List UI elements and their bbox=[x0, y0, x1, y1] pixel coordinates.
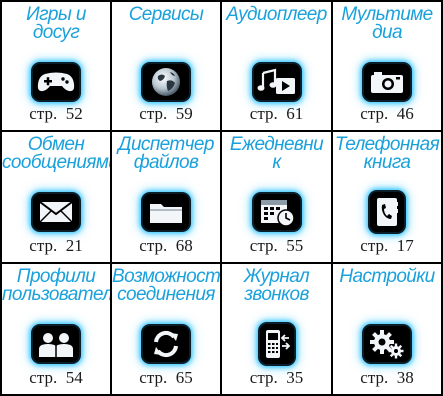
phonebook-icon bbox=[370, 192, 404, 232]
menu-item-title: Игры и досуг bbox=[26, 4, 86, 43]
menu-item-user-profiles[interactable]: Профили пользователя стр. 54 bbox=[0, 264, 112, 396]
calendar-clock-icon bbox=[253, 194, 300, 230]
menu-item-services[interactable]: Сервисы стр. 59 bbox=[112, 0, 222, 132]
envelope-icon bbox=[33, 194, 79, 230]
menu-item-title: Возможности соединения bbox=[112, 266, 222, 305]
page-reference: стр. 21 bbox=[29, 236, 83, 255]
menu-item-phonebook[interactable]: Телефонная книга стр. 17 bbox=[333, 132, 443, 264]
gamepad-icon bbox=[33, 64, 79, 100]
page-reference: стр. 55 bbox=[249, 236, 304, 255]
call-log-icon bbox=[259, 324, 294, 364]
menu-item-title: Настройки bbox=[339, 266, 435, 287]
menu-item-messaging[interactable]: Обмен сообщениями стр. 21 bbox=[0, 132, 112, 264]
page-reference: стр. 52 bbox=[29, 104, 83, 123]
music-player-icon bbox=[253, 64, 300, 100]
profiles-icon bbox=[33, 326, 79, 362]
menu-item-title: Обмен сообщениями bbox=[2, 134, 112, 173]
globe-icon bbox=[143, 64, 189, 100]
menu-item-title: Телефонная книга bbox=[334, 134, 440, 173]
page-reference: стр. 17 bbox=[360, 236, 414, 255]
menu-item-file-manager[interactable]: Диспетчер файлов стр. 68 bbox=[112, 132, 222, 264]
menu-item-connectivity[interactable]: Возможности соединения стр. 65 bbox=[112, 264, 222, 396]
menu-item-call-log[interactable]: Журнал звонков стр. 35 bbox=[222, 264, 333, 396]
sync-icon bbox=[143, 326, 189, 362]
page-reference: стр. 65 bbox=[139, 368, 193, 387]
menu-item-title: Профили пользователя bbox=[2, 266, 112, 305]
page-reference: стр. 68 bbox=[139, 236, 193, 255]
page-reference: стр. 61 bbox=[249, 104, 304, 123]
page-reference: стр. 35 bbox=[249, 368, 304, 387]
menu-item-audio-player[interactable]: Аудиоплеер стр. 61 bbox=[222, 0, 333, 132]
page-reference: стр. 46 bbox=[360, 104, 414, 123]
menu-grid: Игры и досуг стр. 52 Сервисы стр. 59 Ауд… bbox=[0, 0, 443, 396]
page-reference: стр. 59 bbox=[139, 104, 193, 123]
page-reference: стр. 38 bbox=[360, 368, 414, 387]
menu-item-settings[interactable]: Настройки стр. 38 bbox=[333, 264, 443, 396]
menu-item-title: Аудиоплеер bbox=[226, 4, 327, 25]
page-reference: стр. 54 bbox=[29, 368, 83, 387]
menu-item-games[interactable]: Игры и досуг стр. 52 bbox=[0, 0, 112, 132]
menu-item-multimedia[interactable]: Мультиме диа стр. 46 bbox=[333, 0, 443, 132]
menu-item-organizer[interactable]: Ежедневни к стр. 55 bbox=[222, 132, 333, 264]
gears-icon bbox=[364, 326, 410, 362]
menu-item-title: Ежедневни к bbox=[229, 134, 324, 173]
folder-icon bbox=[143, 194, 189, 230]
menu-item-title: Сервисы bbox=[128, 4, 204, 25]
menu-item-title: Журнал звонков bbox=[243, 266, 310, 305]
menu-item-title: Диспетчер файлов bbox=[118, 134, 214, 173]
camera-icon bbox=[364, 64, 410, 100]
menu-item-title: Мультиме диа bbox=[341, 4, 433, 43]
